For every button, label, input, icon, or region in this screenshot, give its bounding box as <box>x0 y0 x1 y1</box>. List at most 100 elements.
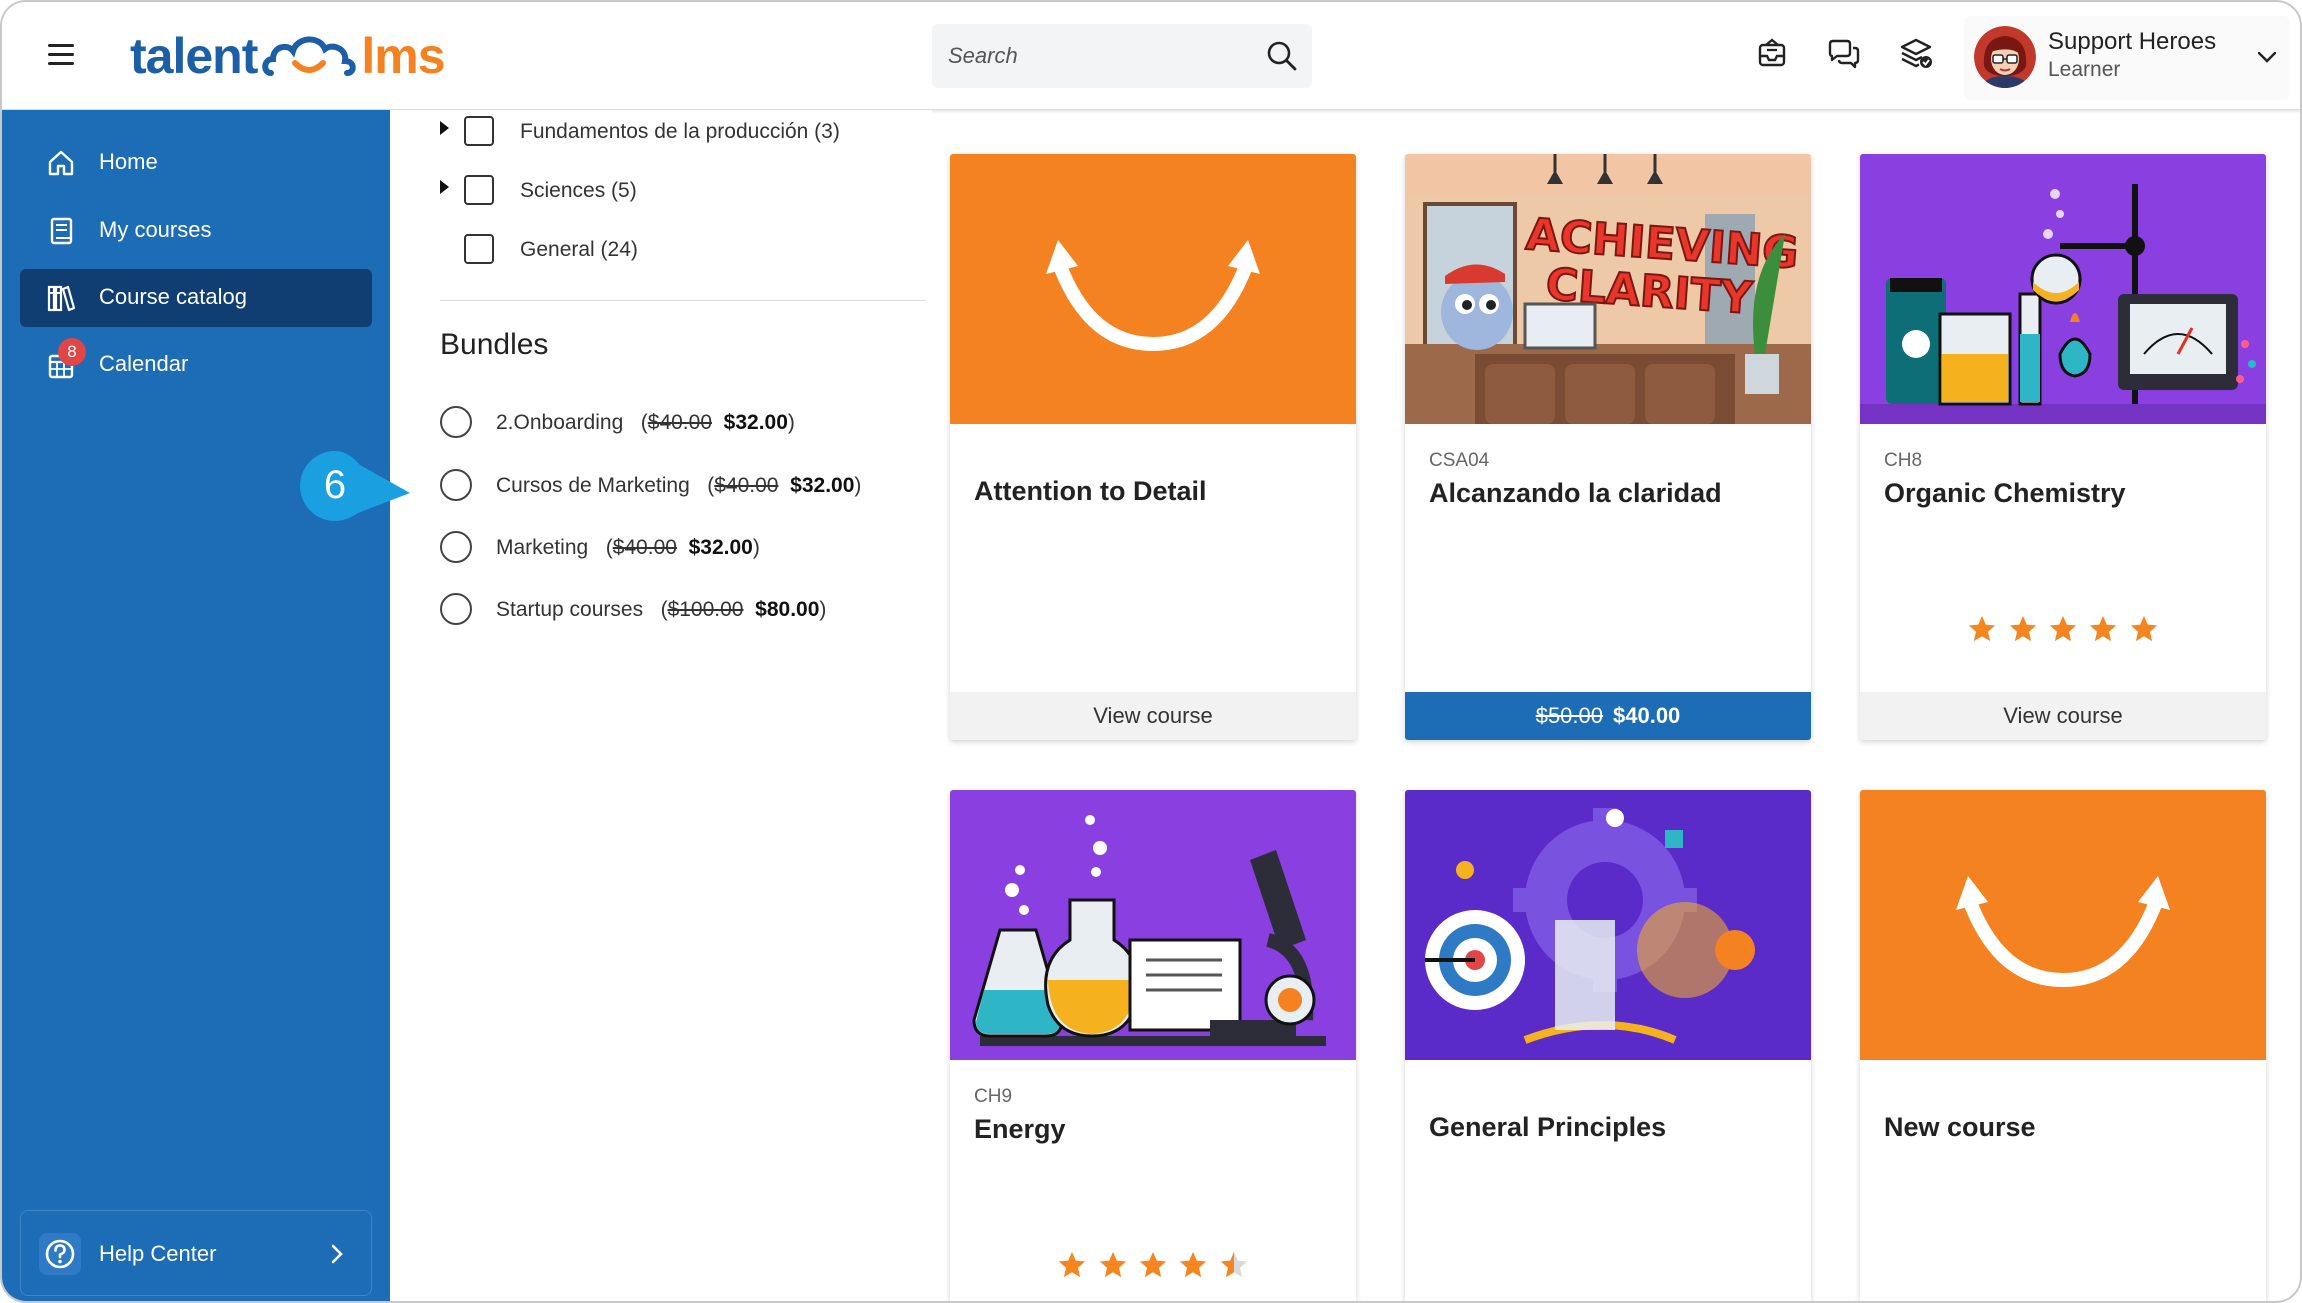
bundle-label: 2.Onboarding ($40.00 $32.00) <box>496 411 795 434</box>
chat-icon[interactable] <box>1826 36 1862 72</box>
inbox-icon[interactable] <box>1754 36 1790 72</box>
star-icon <box>2009 615 2036 642</box>
radio-button[interactable] <box>440 593 472 625</box>
bundle-label: Startup courses ($100.00 $80.00) <box>496 598 827 621</box>
bundle-label: Marketing ($40.00 $32.00) <box>496 536 760 559</box>
top-header: talent lms Search Support Heroes Learner <box>2 2 2300 110</box>
category-checkbox[interactable] <box>464 175 494 205</box>
expand-caret-icon[interactable] <box>440 121 449 135</box>
search-icon[interactable] <box>1266 40 1298 72</box>
progress-stack-icon[interactable] <box>1898 36 1934 72</box>
star-half-icon <box>1220 1251 1248 1278</box>
sidebar: Home My courses Course catalog 8 Calenda… <box>2 110 390 1301</box>
course-title: Attention to Detail <box>974 476 1207 506</box>
course-title: Alcanzando la claridad <box>1429 478 1722 508</box>
course-card-attention-to-detail[interactable]: Attention to Detail View course <box>950 154 1356 740</box>
user-role: Learner <box>2048 58 2121 81</box>
old-price: $40.00 <box>647 411 712 434</box>
sidebar-item-label: My courses <box>99 217 212 242</box>
step-callout-marker: 6 <box>300 451 410 521</box>
course-code: CH8 <box>1884 450 1923 471</box>
course-card-general-principles[interactable]: General Principles <box>1405 790 1811 1301</box>
price: $40.00 <box>1613 703 1681 728</box>
logo-cloud-icon <box>262 36 357 76</box>
course-code: CH9 <box>974 1086 1013 1107</box>
category-checkbox[interactable] <box>464 116 494 146</box>
price: $32.00 <box>723 411 788 434</box>
course-card-alcanzando-la-claridad[interactable]: ACHIEVING CLARITY CSA04 Alcanzando la cl… <box>1405 154 1811 740</box>
star-icon <box>2049 615 2077 642</box>
course-thumbnail <box>1860 790 2266 1060</box>
sidebar-item-label: Calendar <box>99 351 189 376</box>
course-thumbnail <box>1860 154 2266 424</box>
old-price: $40.00 <box>714 474 779 497</box>
star-icon <box>1139 1251 1167 1278</box>
logo-text-talent: talent <box>130 28 258 84</box>
help-center-button[interactable]: Help Center <box>20 1210 372 1296</box>
sidebar-item-home[interactable]: Home <box>20 134 372 192</box>
sidebar-item-label: Home <box>99 149 158 174</box>
course-code: CSA04 <box>1429 450 1490 471</box>
user-menu[interactable]: Support Heroes Learner <box>1964 16 2290 100</box>
star-icon <box>2130 615 2158 642</box>
radio-button[interactable] <box>440 469 472 501</box>
radio-button[interactable] <box>440 406 472 438</box>
category-label: Fundamentos de la producción (3) <box>520 120 840 143</box>
bundles-heading: Bundles <box>440 328 549 361</box>
rating-stars <box>950 1250 1356 1280</box>
help-center-label: Help Center <box>99 1241 217 1266</box>
menu-icon[interactable] <box>48 44 76 66</box>
course-title: New course <box>1884 1112 2036 1142</box>
star-icon <box>1058 1251 1086 1278</box>
search-box <box>932 24 1312 88</box>
grid-top-shadow <box>932 110 2300 114</box>
home-icon <box>48 150 74 176</box>
price: $80.00 <box>755 598 820 621</box>
star-icon <box>1968 615 1996 642</box>
divider <box>440 300 926 301</box>
course-title: Energy <box>974 1114 1066 1144</box>
course-card-organic-chemistry[interactable]: CH8 Organic Chemistry View course <box>1860 154 2266 740</box>
sidebar-item-label: Course catalog <box>99 284 247 309</box>
buy-course-price-button[interactable]: $50.00 $40.00 <box>1405 692 1811 740</box>
avatar <box>1974 26 2036 88</box>
expand-caret-icon[interactable] <box>440 180 449 194</box>
course-title: General Principles <box>1429 1112 1667 1142</box>
price: $32.00 <box>688 536 753 559</box>
help-icon-box <box>39 1233 81 1275</box>
logo-text-lms: lms <box>361 28 445 84</box>
bundle-label: Cursos de Marketing ($40.00 $32.00) <box>496 474 862 497</box>
view-course-button[interactable]: View course <box>950 692 1356 740</box>
category-checkbox[interactable] <box>464 234 494 264</box>
old-price: $50.00 <box>1535 703 1603 728</box>
sidebar-item-my-courses[interactable]: My courses <box>20 202 372 260</box>
library-icon <box>47 285 76 312</box>
user-name: Support Heroes <box>2048 28 2217 55</box>
callout-number: 6 <box>324 463 346 507</box>
course-title: Organic Chemistry <box>1884 478 2126 508</box>
radio-button[interactable] <box>440 531 472 563</box>
search-input[interactable] <box>948 24 1248 88</box>
course-thumbnail <box>950 790 1356 1060</box>
star-icon <box>1099 1251 1126 1278</box>
price: $32.00 <box>790 474 855 497</box>
course-card-energy[interactable]: CH9 Energy <box>950 790 1356 1301</box>
question-icon <box>45 1239 75 1269</box>
view-course-button[interactable]: View course <box>1860 692 2266 740</box>
rating-stars <box>1860 614 2266 644</box>
course-card-new-course[interactable]: New course <box>1860 790 2266 1301</box>
chevron-right-icon <box>331 1244 343 1264</box>
sidebar-item-course-catalog[interactable]: Course catalog <box>20 269 372 327</box>
app-window: talent lms Search Support Heroes Learner… <box>0 0 2302 1303</box>
book-icon <box>50 217 73 245</box>
calendar-badge: 8 <box>58 338 86 366</box>
chevron-down-icon <box>2257 51 2277 63</box>
course-thumbnail: ACHIEVING CLARITY <box>1405 154 1811 424</box>
star-icon <box>1180 1251 1207 1278</box>
talentlms-logo[interactable]: talent lms <box>130 24 446 88</box>
category-label: General (24) <box>520 238 638 261</box>
filter-panel: Fundamentos de la producción (3) Science… <box>390 110 930 1301</box>
course-thumbnail <box>950 154 1356 424</box>
old-price: $40.00 <box>612 536 677 559</box>
sidebar-item-calendar[interactable]: 8 Calendar <box>20 336 372 394</box>
